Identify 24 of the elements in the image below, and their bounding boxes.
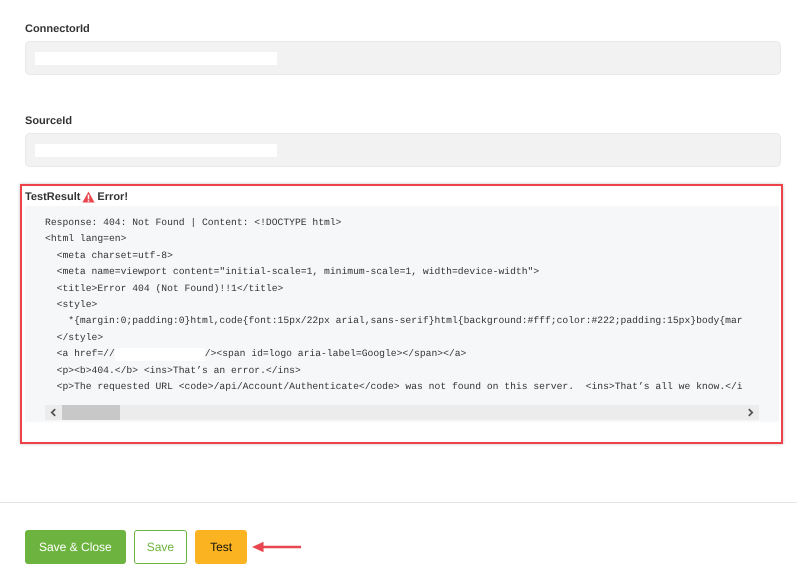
- save-button[interactable]: Save: [134, 530, 188, 564]
- field-label: SourceId: [25, 115, 72, 127]
- code-line: /><span id=logo aria-label=Google></span></a>: [204, 347, 466, 362]
- code-line: Response: 404: Not Found | Content: <!DOCTYPE html>: [45, 216, 342, 230]
- horizontal-scrollbar[interactable]: [45, 405, 759, 420]
- error-status: Error!: [97, 191, 128, 203]
- scrollbar-thumb[interactable]: [62, 405, 120, 420]
- code-line: *{margin:0;padding:0}html,code{font:15px/22px arial,sans-serif}html{background:#fff;color:#222;padding:15px}body{mar: [67, 314, 744, 328]
- test-button[interactable]: Test: [195, 530, 248, 564]
- save-close-button[interactable]: Save & Close: [25, 530, 126, 564]
- code-line: <html lang=en>: [45, 232, 128, 246]
- code-line: <style>: [56, 298, 98, 312]
- code-line: <title>Error 404 (Not Found)!!1</title>: [56, 282, 284, 296]
- code-line: <p><b>404.</b> <ins>That’s an error.</ins>: [56, 364, 302, 378]
- warning-icon: [82, 191, 96, 203]
- scroll-right-icon[interactable]: [746, 408, 755, 418]
- code-line: </style>: [56, 330, 104, 345]
- code-line: <meta name=viewport content="initial-scale=1, minimum-scale=1, width=device-width">: [56, 265, 540, 280]
- result-label: TestResult: [25, 191, 80, 203]
- scroll-left-icon[interactable]: [49, 408, 58, 418]
- field-label: ConnectorId: [25, 23, 90, 35]
- code-line: <meta charset=utf-8>: [56, 248, 174, 263]
- code-line: <a href=//: [56, 347, 115, 362]
- code-line: <p>The requested URL <code>/api/Account/Authenticate</code> was not found on this server. <ins>That’s all we know.</i: [56, 380, 744, 394]
